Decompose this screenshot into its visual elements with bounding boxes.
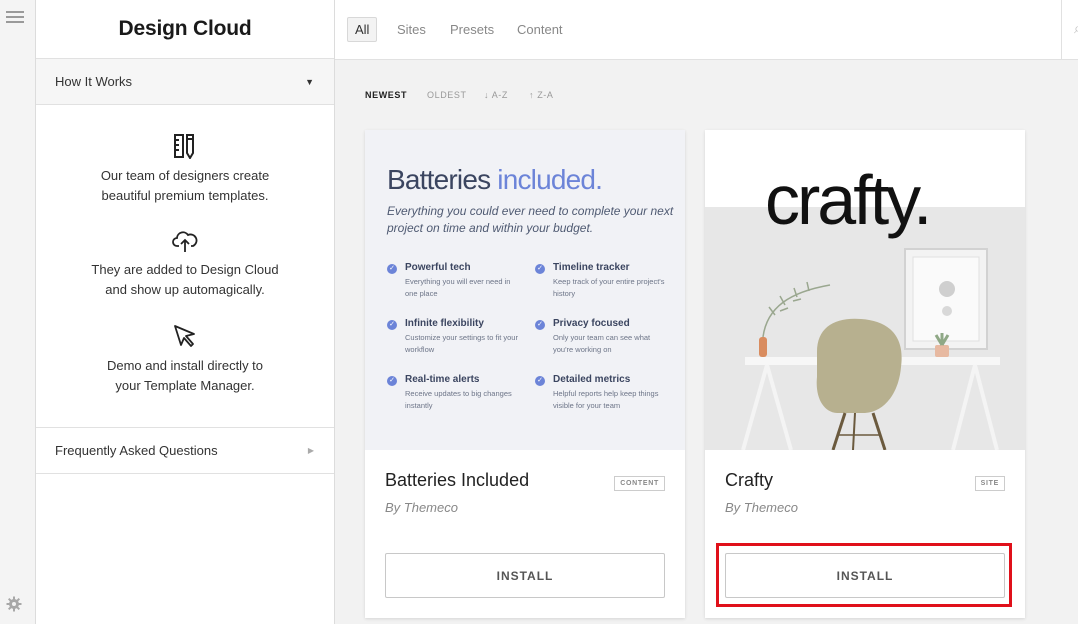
ruler-pencil-icon	[174, 134, 194, 159]
faq-label: Frequently Asked Questions	[55, 443, 218, 458]
install-button[interactable]: INSTALL	[725, 553, 1005, 598]
chair-desk-illustration	[741, 248, 1000, 450]
step-install: Demo and install directly to your Templat…	[36, 323, 334, 396]
check-icon: ✓	[387, 320, 397, 330]
faq-toggle[interactable]: Frequently Asked Questions ▶	[36, 428, 334, 474]
check-icon: ✓	[535, 264, 545, 274]
gear-icon[interactable]	[6, 596, 24, 614]
step-text-line: your Template Manager.	[115, 378, 255, 393]
feature-title: Timeline tracker	[553, 262, 630, 273]
type-badge: SITE	[974, 476, 1005, 491]
template-card: Batteries included. Everything you could…	[365, 130, 685, 618]
cloud-upload-icon	[172, 231, 198, 252]
filter-bar: All Sites Presets Content ⌕	[335, 0, 1078, 60]
check-icon: ✓	[387, 376, 397, 386]
left-rail	[0, 0, 36, 624]
card-title: Crafty	[725, 470, 774, 490]
step-cloud: They are added to Design Cloud and show u…	[36, 229, 334, 300]
card-author: By Themeco	[725, 500, 798, 515]
step-text-line: beautiful premium templates.	[101, 188, 269, 203]
sort-newest[interactable]: NEWEST	[365, 90, 407, 102]
tab-sites[interactable]: Sites	[389, 17, 434, 42]
feature-desc: Helpful reports help keep things visible…	[553, 389, 659, 410]
step-create: Our team of designers create beautiful pr…	[36, 133, 334, 206]
sort-z-a[interactable]: ↑ Z-A	[529, 90, 554, 102]
feature-desc: Receive updates to big changes instantly	[405, 389, 512, 410]
heading-part: Batteries	[387, 164, 491, 195]
tab-all[interactable]: All	[347, 17, 378, 42]
heading-accent: included.	[497, 164, 603, 195]
feature-desc: Keep track of your entire project's hist…	[553, 277, 665, 298]
tab-presets[interactable]: Presets	[442, 17, 502, 42]
caret-down-icon: ▼	[305, 76, 314, 87]
feature-title: Privacy focused	[553, 318, 630, 329]
caret-right-icon: ▶	[307, 446, 314, 455]
check-icon: ✓	[535, 320, 545, 330]
step-text-line: They are added to Design Cloud	[91, 262, 279, 277]
feature-desc: Customize your settings to fit your work…	[405, 333, 518, 354]
design-cloud-panel: Design Cloud How It Works ▼ Our team of …	[36, 0, 335, 624]
feature-desc: Everything you will ever need in one pla…	[405, 277, 511, 298]
cursor-arrow-icon	[174, 325, 195, 347]
template-card: crafty. Crafty SITE By Themeco INSTALL	[705, 130, 1025, 618]
template-preview[interactable]: Batteries included. Everything you could…	[365, 130, 685, 450]
step-text-line: Demo and install directly to	[106, 358, 264, 373]
feature-title: Detailed metrics	[553, 374, 631, 385]
how-it-works-toggle[interactable]: How It Works ▼	[36, 59, 334, 105]
feature-title: Powerful tech	[405, 262, 471, 273]
search-icon: ⌕	[1074, 20, 1078, 36]
step-text-line: and show up automagically.	[105, 282, 265, 297]
step-text-line: Our team of designers create	[100, 168, 270, 183]
sort-oldest[interactable]: OLDEST	[427, 90, 467, 102]
how-it-works-label: How It Works	[55, 74, 133, 89]
template-preview[interactable]: crafty.	[705, 130, 1025, 450]
panel-title: Design Cloud	[36, 0, 334, 59]
type-badge: CONTENT	[614, 476, 665, 491]
how-it-works-content: Our team of designers create beautiful pr…	[36, 105, 334, 428]
feature-title: Real-time alerts	[405, 374, 480, 385]
preview-heading: Batteries included.	[387, 164, 603, 196]
preview-subheading: Everything you could ever need to comple…	[387, 204, 674, 235]
search-toggle[interactable]: ⌕	[1061, 0, 1078, 59]
feature-title: Infinite flexibility	[405, 318, 484, 329]
card-author: By Themeco	[385, 500, 458, 515]
card-title: Batteries Included	[385, 470, 530, 490]
check-icon: ✓	[535, 376, 545, 386]
preview-photo	[705, 207, 1025, 450]
crafty-wordmark: crafty.	[765, 161, 932, 239]
install-button[interactable]: INSTALL	[385, 553, 665, 598]
feature-desc: Only your team can see what you're worki…	[553, 333, 651, 354]
tab-content[interactable]: Content	[509, 17, 571, 42]
sort-a-z[interactable]: ↓ A-Z	[484, 90, 508, 102]
hamburger-menu-icon[interactable]	[6, 11, 24, 25]
check-icon: ✓	[387, 264, 397, 274]
